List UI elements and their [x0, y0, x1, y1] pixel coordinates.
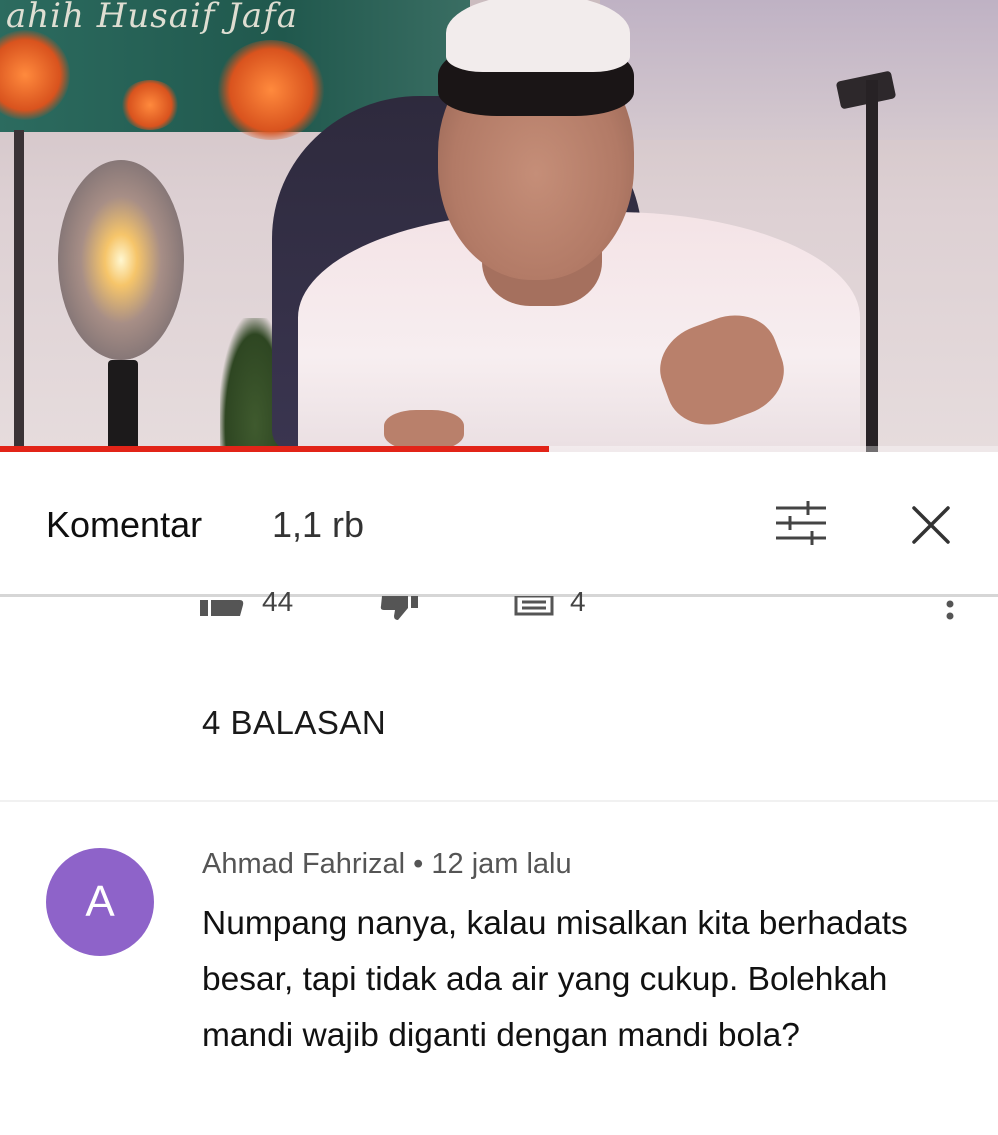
background-wall — [600, 0, 998, 140]
comment-text: Numpang nanya, kalau misalkan kita berha… — [202, 905, 908, 1054]
close-icon[interactable] — [908, 502, 954, 548]
light-stand — [866, 80, 878, 452]
avatar-letter: A — [85, 877, 115, 926]
reply-comment-icon[interactable] — [514, 596, 554, 618]
banner-flower — [120, 80, 180, 130]
comment-action-row: 44 4 — [0, 592, 998, 626]
meta-separator: • — [413, 848, 424, 880]
more-options-icon[interactable] — [940, 594, 960, 626]
section-separator — [0, 800, 998, 802]
comments-header: Komentar 1,1 rb — [0, 452, 998, 592]
comments-title: Komentar — [46, 504, 203, 545]
speaker-cap — [446, 0, 630, 72]
lamp — [58, 160, 184, 360]
like-count: 44 — [262, 592, 294, 617]
comments-count: 1,1 rb — [272, 504, 365, 545]
thumbs-down-icon[interactable] — [380, 596, 420, 620]
banner-text: ahih Husaif Jafa — [6, 0, 299, 36]
reply-count: 4 — [570, 592, 586, 617]
sort-filter-icon[interactable] — [774, 500, 828, 546]
video-player[interactable]: ahih Husaif Jafa — [0, 0, 998, 452]
banner-flower — [0, 30, 70, 120]
view-replies-button[interactable]: 4 BALASAN — [202, 704, 386, 742]
background-pole — [14, 130, 24, 450]
comment-author[interactable]: Ahmad Fahrizal — [202, 848, 405, 880]
thumbs-up-icon[interactable] — [200, 596, 244, 616]
banner-flower — [216, 40, 326, 140]
speaker-hand — [384, 410, 464, 450]
avatar[interactable]: A — [46, 848, 154, 956]
lamp-base — [108, 360, 138, 450]
comment-time: 12 jam lalu — [431, 848, 572, 880]
comment-meta: Ahmad Fahrizal • 12 jam lalu — [202, 848, 572, 881]
